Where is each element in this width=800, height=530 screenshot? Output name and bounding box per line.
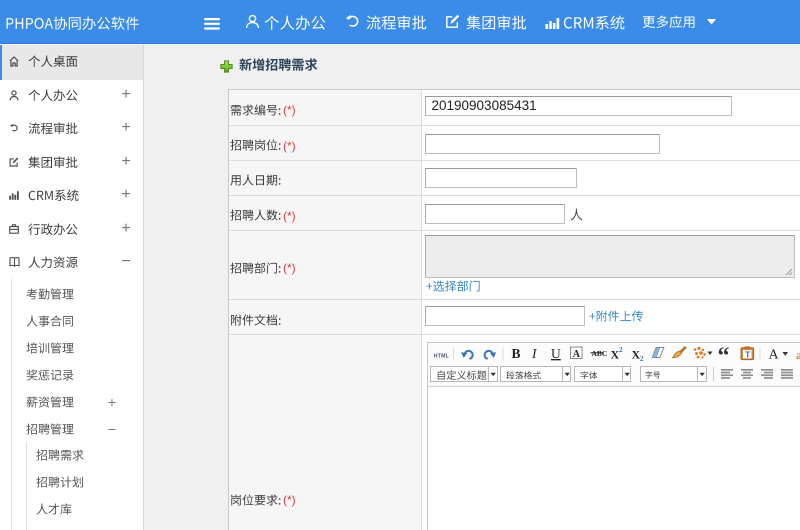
svg-text:T: T xyxy=(745,349,751,359)
svg-text:U: U xyxy=(551,346,561,361)
svg-text:2: 2 xyxy=(619,346,623,354)
svg-text:A: A xyxy=(769,347,780,362)
svg-text:2: 2 xyxy=(640,355,644,363)
svg-text:a: a xyxy=(796,348,800,362)
svg-text:B: B xyxy=(512,346,521,361)
svg-text:A: A xyxy=(573,348,581,359)
svg-text:ABC: ABC xyxy=(592,349,608,358)
svg-text:“: “ xyxy=(718,343,730,369)
svg-text:I: I xyxy=(531,346,538,361)
svg-text:HTML: HTML xyxy=(434,353,450,359)
